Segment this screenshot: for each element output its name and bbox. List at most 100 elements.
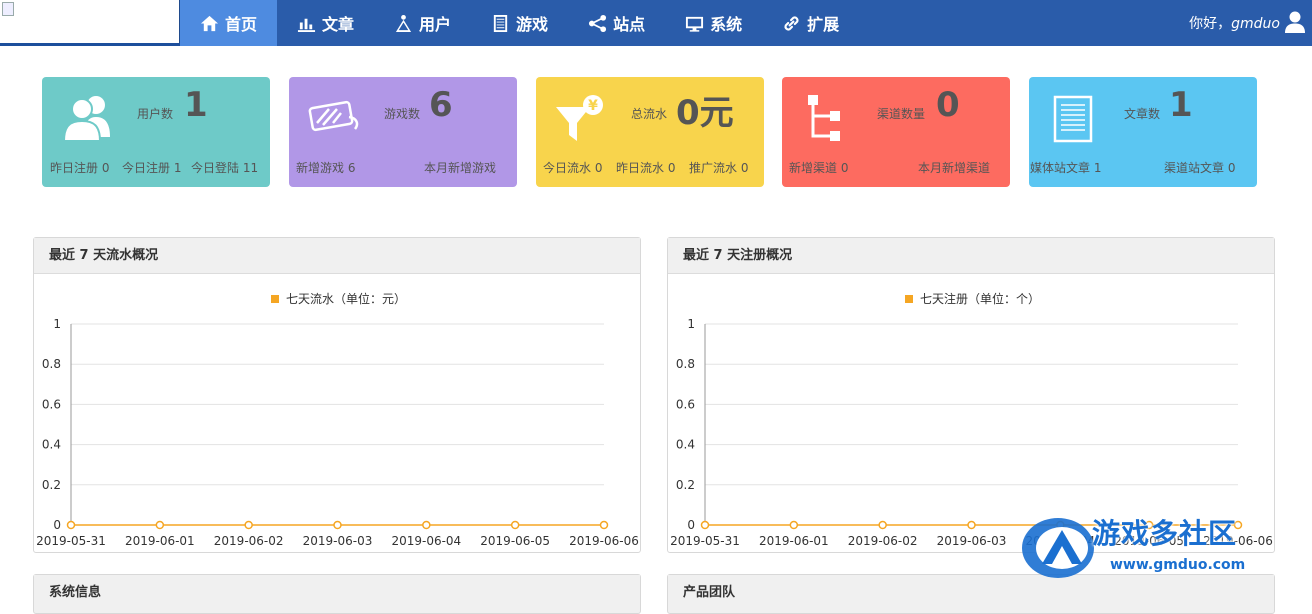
watermark-url: www.gmduo.com <box>1110 557 1246 573</box>
panel-product-team: 产品团队 <box>667 574 1275 614</box>
data-point[interactable] <box>422 520 431 530</box>
card-articles[interactable]: 文章数 1 媒体站文章 1 渠道站文章 0 <box>1029 77 1257 187</box>
nav-item-label: 文章 <box>322 15 355 34</box>
sitemap-icon <box>808 95 840 141</box>
legend-swatch <box>271 295 279 303</box>
x-tick-label: 2019-06-02 <box>214 534 284 548</box>
data-point[interactable] <box>510 520 520 530</box>
broken-image-icon <box>2 2 14 16</box>
y-tick-label: 1 <box>53 317 61 331</box>
nav-item-games[interactable]: 游戏 <box>471 0 568 46</box>
card-sub-2: 渠道站文章 0 <box>1164 161 1236 175</box>
x-tick-label: 2019-06-04 <box>391 534 461 548</box>
y-tick-label: 0 <box>53 518 61 532</box>
monitor-icon <box>686 16 704 32</box>
x-tick-label: 2019-06-04 <box>1025 534 1095 548</box>
data-point[interactable] <box>1056 520 1065 530</box>
legend-label: 七天注册（单位：个） <box>920 291 1040 306</box>
panel-title: 最近 7 天注册概况 <box>668 238 1274 274</box>
y-tick-label: 0.4 <box>42 438 61 452</box>
user-triangle-icon <box>395 14 412 32</box>
top-navbar: 首页 文章 用户 游戏 站点 系统 扩展 你好，gmduo <box>0 0 1312 46</box>
nav-item-label: 游戏 <box>516 15 549 34</box>
funnel-yen-icon: ¥ <box>556 95 603 141</box>
nav-item-label: 系统 <box>710 15 743 34</box>
nav-item-label: 用户 <box>419 15 452 34</box>
card-label: 文章数 <box>1124 107 1161 121</box>
panel-system-info: 系统信息 <box>33 574 641 614</box>
data-point[interactable] <box>967 520 976 530</box>
x-tick-label: 2019-06-01 <box>759 534 829 548</box>
y-tick-label: 0.6 <box>42 397 61 411</box>
y-tick-label: 0.4 <box>676 438 695 452</box>
card-sub-2: 本月新增游戏 <box>424 161 497 175</box>
watermark-text: 游戏多社区 <box>1092 517 1238 550</box>
nav-item-home[interactable]: 首页 <box>180 0 278 46</box>
site-logo[interactable] <box>0 0 180 46</box>
card-sub-1: 今日流水 0 <box>543 161 603 175</box>
nav-item-articles[interactable]: 文章 <box>277 0 374 46</box>
x-tick-label: 2019-06-06 <box>569 534 639 548</box>
users-icon <box>62 96 110 142</box>
card-sub-1: 新增渠道 0 <box>789 161 849 175</box>
card-sub-2: 昨日流水 0 <box>616 161 676 175</box>
x-tick-label: 2019-06-03 <box>937 534 1007 548</box>
nav-item-users[interactable]: 用户 <box>374 0 471 46</box>
card-revenue[interactable]: ¥ 总流水 0元 今日流水 0 昨日流水 0 推广流水 0 <box>536 77 764 187</box>
nav-item-sites[interactable]: 站点 <box>568 0 665 46</box>
y-tick-label: 0.2 <box>42 478 61 492</box>
greeting-text: 你好， <box>1189 16 1232 32</box>
game-card-icon <box>308 100 359 132</box>
x-tick-label: 2019-05-31 <box>670 534 740 548</box>
card-label: 总流水 <box>631 107 668 121</box>
data-point[interactable] <box>878 520 887 530</box>
card-sub-2: 本月新增渠道 <box>918 161 991 175</box>
y-tick-label: 0.2 <box>676 478 695 492</box>
chart-legend[interactable]: 七天注册（单位：个） <box>905 291 1040 306</box>
x-tick-label: 2019-06-02 <box>848 534 918 548</box>
data-point[interactable] <box>244 520 253 530</box>
nav-item-extend[interactable]: 扩展 <box>762 0 859 46</box>
nav-item-label: 扩展 <box>807 15 840 34</box>
logo-underline <box>0 43 180 46</box>
x-tick-label: 2019-06-05 <box>480 534 550 548</box>
user-avatar-icon[interactable] <box>1284 10 1306 34</box>
card-channels[interactable]: 渠道数量 0 新增渠道 0 本月新增渠道 <box>782 77 1010 187</box>
data-point[interactable] <box>700 520 710 530</box>
y-tick-label: 0.8 <box>42 357 61 371</box>
y-tick-label: 0 <box>687 518 695 532</box>
card-sub-3: 推广流水 0 <box>689 161 749 175</box>
data-point[interactable] <box>599 520 609 530</box>
card-value: 6 <box>429 85 453 125</box>
register-line-chart: 七天注册（单位：个） 0 0.2 0.4 0.6 0.8 1 2019-05-31 2019-0… <box>670 291 1273 548</box>
data-point[interactable] <box>66 520 76 530</box>
chart-legend[interactable]: 七天流水（单位：元） <box>271 291 406 306</box>
nav-item-system[interactable]: 系统 <box>665 0 762 46</box>
share-nodes-icon <box>589 14 607 32</box>
y-tick-label: 0.8 <box>676 357 695 371</box>
legend-label: 七天流水（单位：元） <box>286 291 406 306</box>
y-tick-label: 0.6 <box>676 397 695 411</box>
card-value: 0 <box>936 85 960 125</box>
data-point[interactable] <box>155 520 165 530</box>
card-sub-3: 今日登陆 11 <box>191 161 259 175</box>
card-value: 0元 <box>676 93 734 133</box>
card-label: 渠道数量 <box>877 107 926 121</box>
panel-title: 产品团队 <box>668 575 1274 611</box>
card-sub-1: 媒体站文章 1 <box>1030 161 1102 175</box>
svg-text:¥: ¥ <box>588 98 598 114</box>
card-sub-1: 昨日注册 0 <box>50 161 110 175</box>
panel-title: 最近 7 天流水概况 <box>34 238 640 274</box>
card-value: 1 <box>1169 85 1193 125</box>
data-point[interactable] <box>333 520 342 530</box>
user-greeting[interactable]: 你好，gmduo <box>1189 13 1280 33</box>
card-users[interactable]: 用户数 1 昨日注册 0 今日注册 1 今日登陆 11 <box>42 77 270 187</box>
home-icon <box>200 15 219 31</box>
data-point[interactable] <box>789 520 799 530</box>
x-tick-label: 2019-06-03 <box>303 534 373 548</box>
list-icon <box>493 14 508 32</box>
card-games[interactable]: 游戏数 6 新增游戏 6 本月新增游戏 <box>289 77 517 187</box>
x-tick-label: 2019-05-31 <box>36 534 106 548</box>
document-icon <box>1053 95 1093 143</box>
flow-line-chart: 七天流水（单位：元） 0 0.2 0.4 0.6 0.8 1 2019-05-31 2019-0… <box>36 291 639 548</box>
